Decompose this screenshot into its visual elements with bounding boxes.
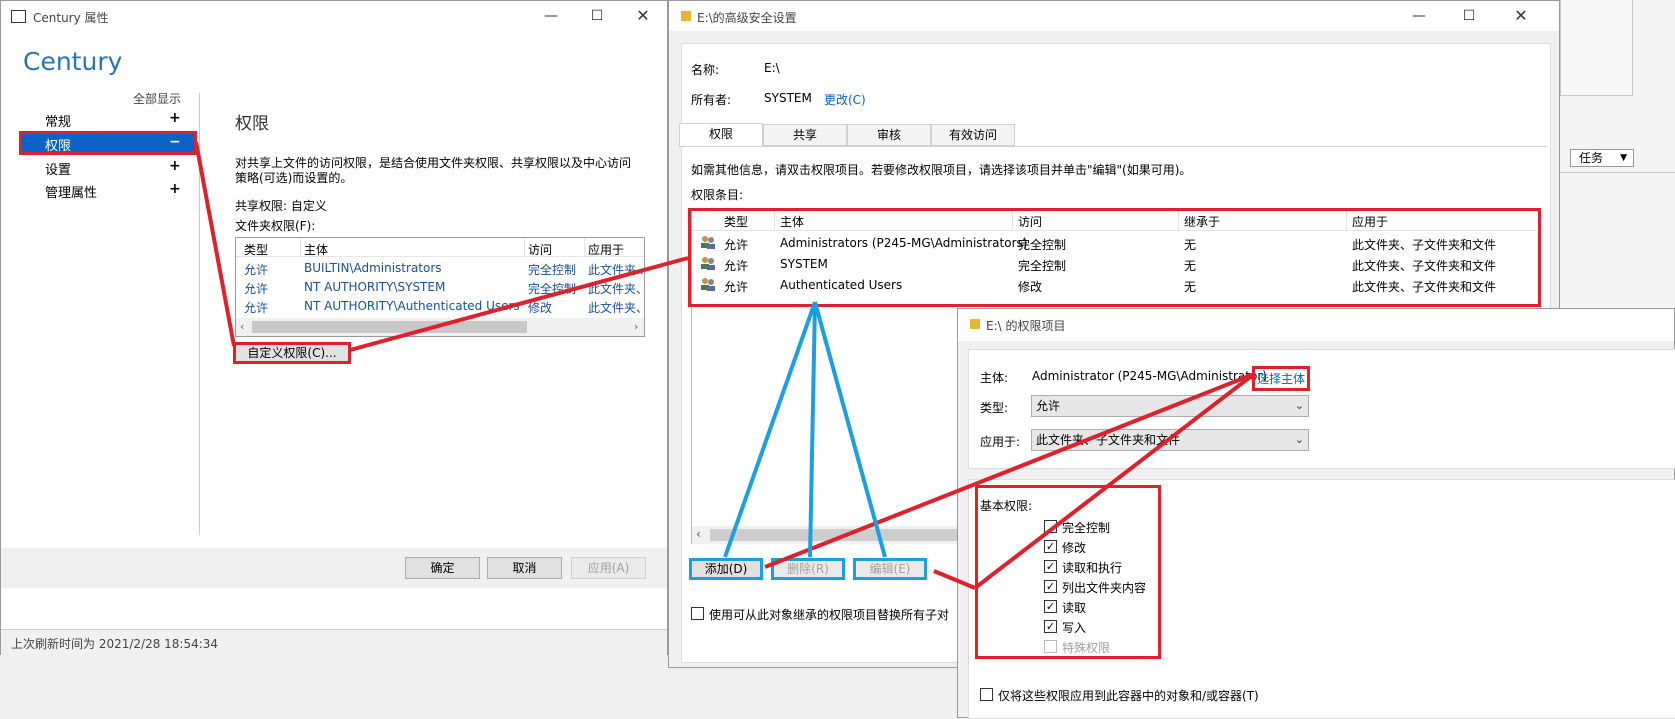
blue-line-to-remove [808,301,817,558]
blue-line-to-add [723,301,817,558]
blue-line-to-edit [813,301,887,558]
red-line-custom-to-table [349,256,689,352]
red-line-nav-to-custom [194,141,236,347]
red-line-edit-to-perms [933,569,976,590]
annotation-lines [194,141,1256,590]
red-line-principal-to-perms [973,372,1256,590]
red-line-add-to-principal [764,372,1255,569]
